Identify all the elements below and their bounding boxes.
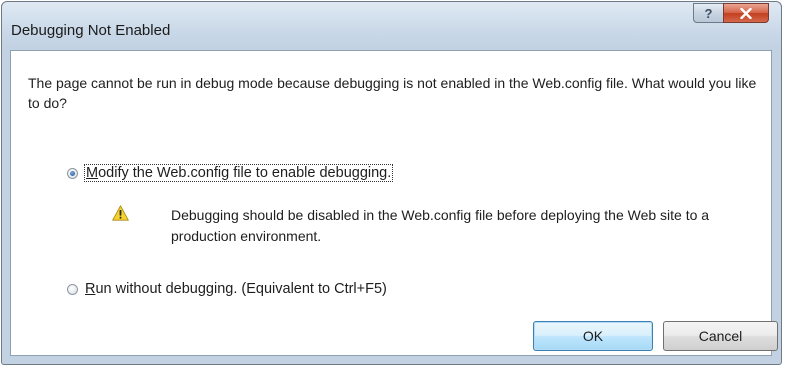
close-button[interactable] — [723, 3, 769, 23]
dialog-window: Debugging Not Enabled ? The page cannot … — [1, 1, 782, 365]
option-modify-webconfig[interactable]: Modify the Web.config file to enable deb… — [67, 164, 394, 182]
option-run-without-debugging-label: Run without debugging. (Equivalent to Ct… — [85, 281, 387, 297]
option-modify-webconfig-label: Modify the Web.config file to enable deb… — [83, 164, 394, 182]
close-icon — [740, 7, 752, 19]
radio-modify-webconfig[interactable] — [67, 167, 78, 179]
dialog-content: The page cannot be run in debug mode bec… — [10, 50, 778, 356]
option-run-without-debugging[interactable]: Run without debugging. (Equivalent to Ct… — [67, 281, 387, 297]
help-icon: ? — [704, 5, 713, 21]
dialog-message: The page cannot be run in debug mode bec… — [28, 75, 757, 111]
cancel-button[interactable]: Cancel — [663, 321, 778, 351]
warning-message: Debugging should be disabled in the Web.… — [171, 207, 710, 244]
window-title: Debugging Not Enabled — [11, 22, 171, 39]
radio-run-without-debugging[interactable] — [67, 283, 78, 295]
ok-button[interactable]: OK — [533, 321, 653, 351]
warning-icon — [112, 205, 129, 221]
title-bar[interactable]: Debugging Not Enabled ? — [2, 2, 781, 50]
help-button[interactable]: ? — [693, 3, 724, 23]
